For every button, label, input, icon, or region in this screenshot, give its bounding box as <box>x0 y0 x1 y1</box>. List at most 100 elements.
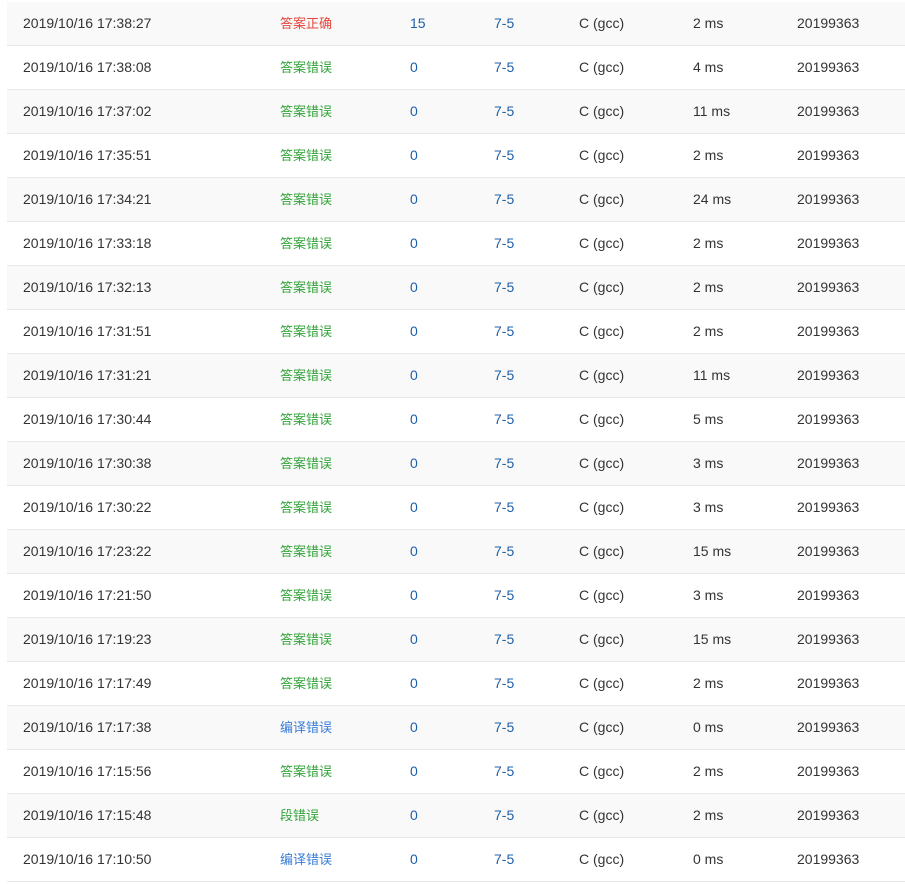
submission-time: 2019/10/16 17:30:44 <box>23 411 152 427</box>
problem-link[interactable]: 7-5 <box>494 662 514 705</box>
submission-user: 20199363 <box>797 411 860 427</box>
submission-language: C (gcc) <box>579 279 625 295</box>
submission-score-link[interactable]: 0 <box>410 354 418 397</box>
problem-link[interactable]: 7-5 <box>494 750 514 793</box>
submission-score-link[interactable]: 0 <box>410 486 418 529</box>
submission-score-link[interactable]: 0 <box>410 662 418 705</box>
submission-score-link[interactable]: 0 <box>410 134 418 177</box>
submission-status-link[interactable]: 答案错误 <box>280 310 332 353</box>
problem-link[interactable]: 7-5 <box>494 90 514 133</box>
submission-time: 2019/10/16 17:33:18 <box>23 235 152 251</box>
problem-link[interactable]: 7-5 <box>494 486 514 529</box>
submission-status-link[interactable]: 答案错误 <box>280 618 332 661</box>
submission-user: 20199363 <box>797 455 860 471</box>
submission-time: 2019/10/16 17:17:38 <box>23 719 152 735</box>
submission-time: 2019/10/16 17:17:49 <box>23 675 152 691</box>
submission-status-link[interactable]: 答案错误 <box>280 574 332 617</box>
submission-status-link[interactable]: 编译错误 <box>280 706 332 749</box>
submission-score-link[interactable]: 0 <box>410 398 418 441</box>
submission-runtime: 3 ms <box>693 499 724 515</box>
submission-status-link[interactable]: 答案错误 <box>280 398 332 441</box>
submission-status-link[interactable]: 答案错误 <box>280 750 332 793</box>
problem-link[interactable]: 7-5 <box>494 398 514 441</box>
submission-score-link[interactable]: 0 <box>410 222 418 265</box>
submission-user: 20199363 <box>797 763 860 779</box>
submission-time: 2019/10/16 17:31:51 <box>23 323 152 339</box>
submission-runtime: 15 ms <box>693 631 732 647</box>
problem-link[interactable]: 7-5 <box>494 838 514 881</box>
problem-link[interactable]: 7-5 <box>494 442 514 485</box>
problem-link[interactable]: 7-5 <box>494 46 514 89</box>
submission-language: C (gcc) <box>579 323 625 339</box>
submission-score-link[interactable]: 0 <box>410 442 418 485</box>
submission-score-link[interactable]: 15 <box>410 2 426 45</box>
submission-runtime: 2 ms <box>693 807 724 823</box>
submission-time: 2019/10/16 17:21:50 <box>23 587 152 603</box>
problem-link[interactable]: 7-5 <box>494 2 514 45</box>
submission-user: 20199363 <box>797 15 860 31</box>
submission-user: 20199363 <box>797 147 860 163</box>
submission-score-link[interactable]: 0 <box>410 838 418 881</box>
submission-time: 2019/10/16 17:19:23 <box>23 631 152 647</box>
submission-score-link[interactable]: 0 <box>410 46 418 89</box>
submission-status-link[interactable]: 答案错误 <box>280 442 332 485</box>
submission-score-link[interactable]: 0 <box>410 750 418 793</box>
submission-status-link[interactable]: 答案错误 <box>280 530 332 573</box>
problem-link[interactable]: 7-5 <box>494 530 514 573</box>
submission-user: 20199363 <box>797 235 860 251</box>
submission-row: 2019/10/16 17:35:51 答案错误 0 7-5 C (gcc) 2… <box>7 134 905 178</box>
submission-score-link[interactable]: 0 <box>410 574 418 617</box>
problem-link[interactable]: 7-5 <box>494 178 514 221</box>
submission-status-link[interactable]: 答案错误 <box>280 354 332 397</box>
submission-language: C (gcc) <box>579 851 625 867</box>
submission-language: C (gcc) <box>579 587 625 603</box>
submission-time: 2019/10/16 17:38:08 <box>23 59 152 75</box>
submission-runtime: 24 ms <box>693 191 732 207</box>
problem-link[interactable]: 7-5 <box>494 706 514 749</box>
submission-time: 2019/10/16 17:35:51 <box>23 147 152 163</box>
submission-row: 2019/10/16 17:21:50 答案错误 0 7-5 C (gcc) 3… <box>7 574 905 618</box>
submission-time: 2019/10/16 17:34:21 <box>23 191 152 207</box>
submission-row: 2019/10/16 17:23:22 答案错误 0 7-5 C (gcc) 1… <box>7 530 905 574</box>
submission-status-link[interactable]: 编译错误 <box>280 838 332 881</box>
submission-language: C (gcc) <box>579 191 625 207</box>
submission-score-link[interactable]: 0 <box>410 266 418 309</box>
submission-score-link[interactable]: 0 <box>410 90 418 133</box>
submission-status-link[interactable]: 答案错误 <box>280 178 332 221</box>
submission-time: 2019/10/16 17:32:13 <box>23 279 152 295</box>
submission-row: 2019/10/16 17:15:56 答案错误 0 7-5 C (gcc) 2… <box>7 750 905 794</box>
submission-status-link[interactable]: 答案错误 <box>280 662 332 705</box>
submission-language: C (gcc) <box>579 763 625 779</box>
submission-status-link[interactable]: 段错误 <box>280 794 319 837</box>
submission-user: 20199363 <box>797 719 860 735</box>
submission-row: 2019/10/16 17:30:44 答案错误 0 7-5 C (gcc) 5… <box>7 398 905 442</box>
submission-status-link[interactable]: 答案错误 <box>280 90 332 133</box>
submission-status-link[interactable]: 答案错误 <box>280 46 332 89</box>
problem-link[interactable]: 7-5 <box>494 310 514 353</box>
submission-status-link[interactable]: 答案错误 <box>280 222 332 265</box>
submission-runtime: 2 ms <box>693 675 724 691</box>
submission-row: 2019/10/16 17:17:49 答案错误 0 7-5 C (gcc) 2… <box>7 662 905 706</box>
submission-score-link[interactable]: 0 <box>410 530 418 573</box>
problem-link[interactable]: 7-5 <box>494 134 514 177</box>
submission-score-link[interactable]: 0 <box>410 706 418 749</box>
problem-link[interactable]: 7-5 <box>494 794 514 837</box>
submission-score-link[interactable]: 0 <box>410 618 418 661</box>
submission-status-link[interactable]: 答案错误 <box>280 134 332 177</box>
problem-link[interactable]: 7-5 <box>494 266 514 309</box>
submission-score-link[interactable]: 0 <box>410 178 418 221</box>
submission-status-link[interactable]: 答案错误 <box>280 486 332 529</box>
submission-runtime: 11 ms <box>693 103 731 119</box>
problem-link[interactable]: 7-5 <box>494 354 514 397</box>
submission-language: C (gcc) <box>579 103 625 119</box>
submission-score-link[interactable]: 0 <box>410 310 418 353</box>
submission-status-link[interactable]: 答案错误 <box>280 266 332 309</box>
problem-link[interactable]: 7-5 <box>494 574 514 617</box>
problem-link[interactable]: 7-5 <box>494 222 514 265</box>
problem-link[interactable]: 7-5 <box>494 618 514 661</box>
submission-language: C (gcc) <box>579 367 625 383</box>
submission-status-link[interactable]: 答案正确 <box>280 2 332 45</box>
submission-score-link[interactable]: 0 <box>410 794 418 837</box>
submission-row: 2019/10/16 17:17:38 编译错误 0 7-5 C (gcc) 0… <box>7 706 905 750</box>
submission-user: 20199363 <box>797 367 860 383</box>
